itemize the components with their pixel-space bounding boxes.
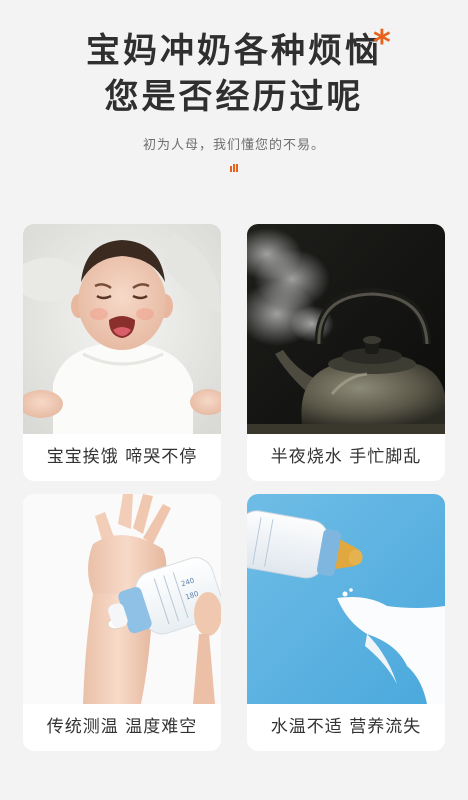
spilled-milk-bottle-photo bbox=[247, 494, 445, 704]
card-caption: 传统测温 温度难空 bbox=[46, 717, 198, 737]
page-title-line-2: 您是否经历过呢 bbox=[104, 77, 364, 117]
wrist-milk-test-photo: 240 180 bbox=[23, 494, 221, 704]
asterisk-mark: * bbox=[373, 23, 391, 63]
card-caption: 水温不适 营养流失 bbox=[270, 717, 422, 737]
steaming-kettle-photo bbox=[247, 224, 445, 434]
card-caption: 宝宝挨饿 啼哭不停 bbox=[46, 447, 198, 467]
pain-point-card-temperature-test: 240 180 传统测温 温度难空 bbox=[23, 494, 221, 751]
page-title-line-1: 宝妈冲奶各种烦恼 bbox=[86, 31, 382, 71]
subtitle: 初为人母，我们懂您的不易。 bbox=[142, 138, 325, 153]
pain-point-card-hungry-baby: 宝宝挨饿 啼哭不停 bbox=[23, 224, 221, 481]
card-caption: 半夜烧水 手忙脚乱 bbox=[270, 447, 422, 467]
pain-point-card-boiling-water: 半夜烧水 手忙脚乱 bbox=[247, 224, 445, 481]
decorative-tick-icon bbox=[229, 164, 239, 173]
pain-point-card-water-temperature: 水温不适 营养流失 bbox=[247, 494, 445, 751]
header: 宝妈冲奶各种烦恼 * 您是否经历过呢 初为人母，我们懂您的不易。 bbox=[0, 0, 468, 200]
crying-baby-photo bbox=[23, 224, 221, 434]
